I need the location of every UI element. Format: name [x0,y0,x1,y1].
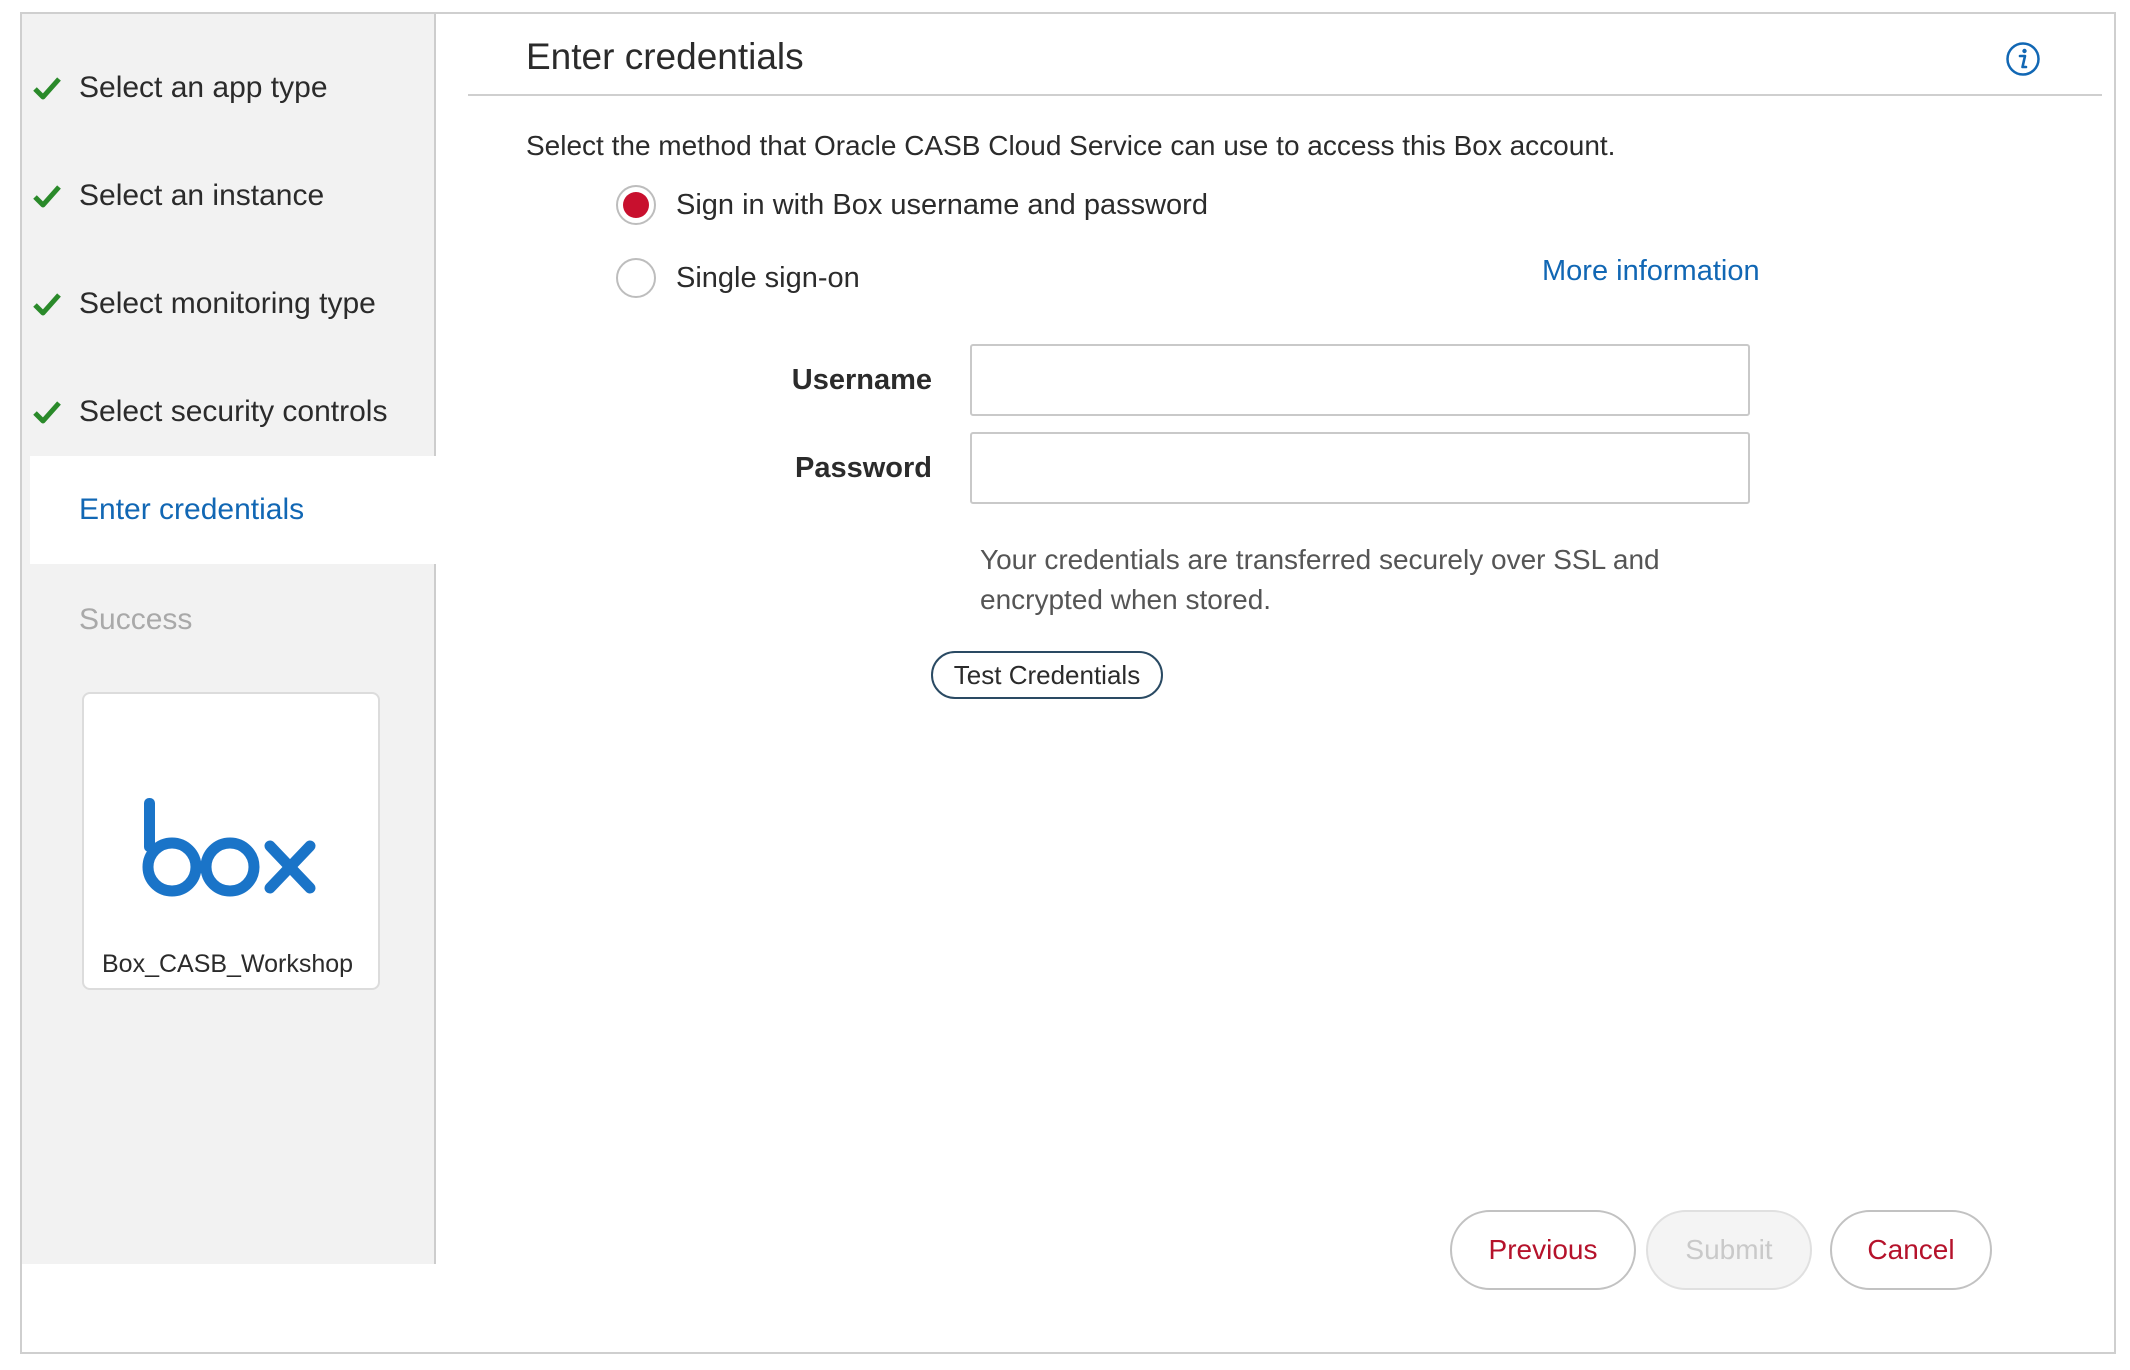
radio-label: Single sign-on [676,261,860,294]
cancel-button[interactable]: Cancel [1830,1210,1992,1290]
step-label: Select an app type [79,71,328,104]
step-select-app-type[interactable]: Select an app type [22,34,436,142]
wizard-dialog: Select an app type Select an instance Se… [20,12,2116,1354]
check-icon [32,397,62,427]
radio-button-selected[interactable] [616,185,656,225]
more-information-link[interactable]: More information [1542,255,1760,288]
instruction-text: Select the method that Oracle CASB Cloud… [526,130,1616,161]
radio-button[interactable] [616,258,656,298]
check-icon [32,289,62,319]
radio-label: Sign in with Box username and password [676,188,1208,221]
box-logo-icon [140,794,320,909]
step-label: Success [79,603,193,636]
submit-button[interactable]: Submit [1646,1210,1812,1290]
title-divider [468,94,2102,96]
step-select-security-controls[interactable]: Select security controls [22,358,436,466]
step-label: Select security controls [79,395,388,428]
check-icon [32,181,62,211]
password-field[interactable] [970,432,1750,504]
radio-sign-in-username-password[interactable]: Sign in with Box username and password [616,185,1208,225]
app-card: Box_CASB_Workshop [82,692,380,990]
password-label: Password [795,452,932,484]
username-label: Username [791,364,932,396]
test-credentials-button[interactable]: Test Credentials [931,651,1163,699]
step-success: Success [22,566,436,674]
previous-button[interactable]: Previous [1450,1210,1636,1290]
step-select-monitoring-type[interactable]: Select monitoring type [22,250,436,358]
app-instance-name: Box_CASB_Workshop [102,950,354,978]
page-title: Enter credentials [526,36,804,77]
username-field[interactable] [970,344,1750,416]
radio-single-sign-on[interactable]: Single sign-on [616,258,860,298]
step-label: Select monitoring type [79,287,376,320]
step-enter-credentials[interactable]: Enter credentials [30,456,436,564]
check-icon [32,73,62,103]
wizard-steps-sidebar: Select an app type Select an instance Se… [22,14,436,1264]
credentials-security-note: Your credentials are transferred securel… [980,544,1660,615]
step-select-instance[interactable]: Select an instance [22,142,436,250]
step-label: Select an instance [79,179,325,212]
info-icon[interactable] [2005,41,2041,77]
step-label: Enter credentials [79,493,305,526]
